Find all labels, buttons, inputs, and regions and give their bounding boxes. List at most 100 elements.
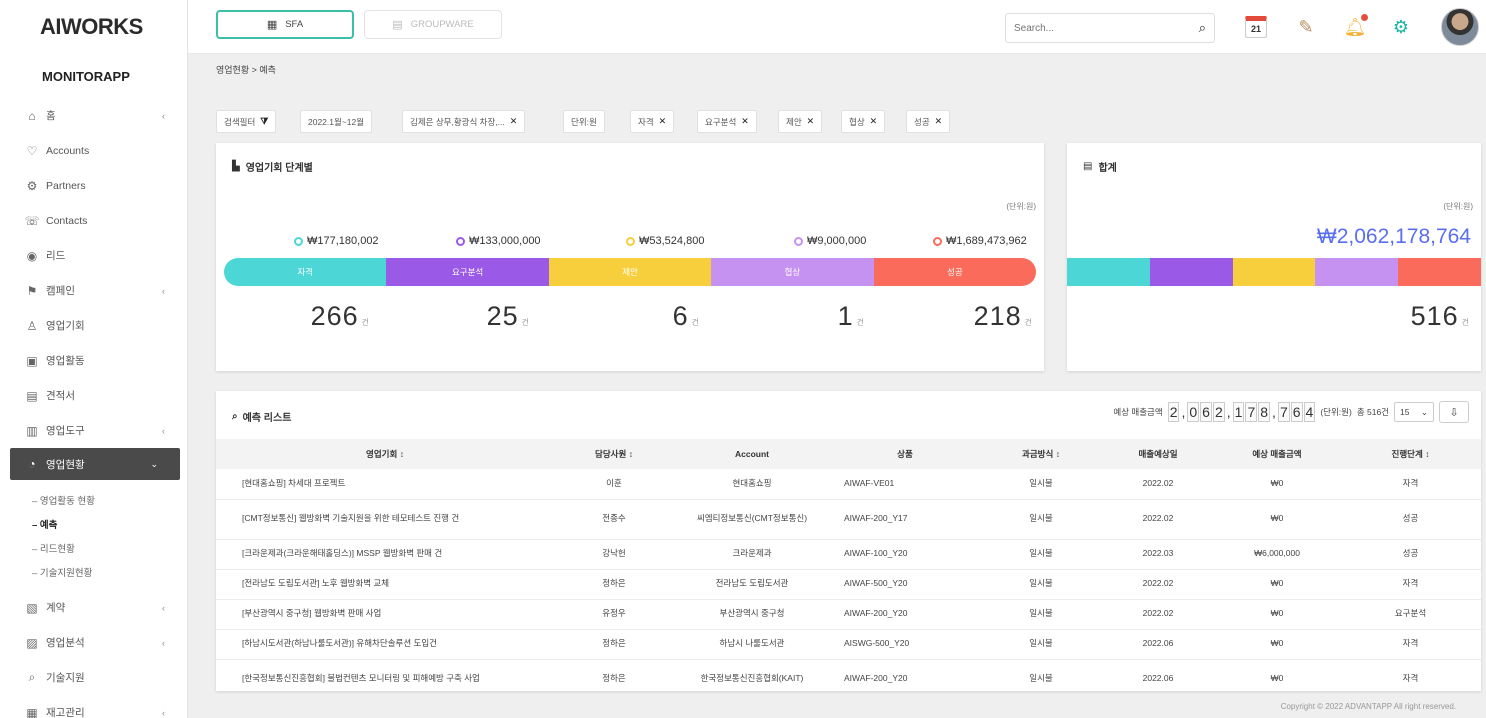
- table-cell: 자격: [1340, 569, 1481, 600]
- table-cell: 2022.02: [1102, 499, 1214, 540]
- table-cell[interactable]: [CMT정보통신] 웹방화벽 기술지원을 위한 테모테스트 진행 건: [216, 499, 554, 540]
- sidebar-item-campaign[interactable]: ⚑ 캠페인 ‹: [0, 273, 187, 308]
- filter-chip[interactable]: 단위:원: [563, 110, 605, 133]
- table-cell: 성공: [1340, 539, 1481, 570]
- search-icon[interactable]: ⌕: [1199, 20, 1206, 36]
- sidebar-item-quote[interactable]: ▤ 견적서: [0, 378, 187, 413]
- remove-filter-icon[interactable]: ✕: [659, 116, 667, 127]
- sidebar-item-tools[interactable]: ▥ 영업도구 ‹: [0, 413, 187, 448]
- table-cell[interactable]: [하남시도서관(하남나룰도서관)] 유해차단솔루션 도입건: [216, 629, 554, 660]
- table-cell: AIWAF-100_Y20: [830, 539, 980, 570]
- total-card: ▤ 합계 (단위:원) ₩2,062,178,764 516 건: [1067, 143, 1481, 371]
- sidebar-item-contacts[interactable]: ☏ Contacts: [0, 203, 187, 238]
- column-header[interactable]: Account: [674, 439, 830, 469]
- stage-count: 218 건: [974, 301, 1032, 332]
- notification-bell-icon[interactable]: 🔔︎: [1342, 14, 1368, 40]
- sidebar-item-label: 기술지원: [46, 672, 85, 684]
- partners-icon: ⚙: [26, 178, 38, 193]
- subnav-item[interactable]: – 기술지원현황: [32, 560, 187, 584]
- page-size-select[interactable]: 15 ⌄: [1394, 402, 1434, 422]
- subnav-item[interactable]: – 영업활동 현황: [32, 488, 187, 512]
- column-header[interactable]: 진행단계 ↕: [1340, 439, 1481, 469]
- column-header[interactable]: 과금방식 ↕: [980, 439, 1102, 469]
- table-row[interactable]: [하남시도서관(하남나룰도서관)] 유해차단솔루션 도입건 정하은 하남시 나룰도서…: [216, 629, 1481, 660]
- user-avatar[interactable]: [1441, 8, 1479, 46]
- sidebar-item-home[interactable]: ⌂ 홈 ‹: [0, 98, 187, 133]
- filter-chip[interactable]: 자격 ✕: [630, 110, 675, 133]
- stage-card-title: ▙ 영업기회 단계별: [232, 161, 313, 174]
- table-row[interactable]: [현대홈쇼핑] 차세대 프로젝트 이훈 현대홈쇼핑 AIWAF-VE01 일시불 2022…: [216, 469, 1481, 500]
- stage-segment[interactable]: 요구분석: [386, 258, 549, 286]
- filter-chip[interactable]: 2022.1월~12월: [300, 110, 373, 133]
- total-bar-segment: [1315, 258, 1399, 286]
- subnav-item[interactable]: – 리드현황: [32, 536, 187, 560]
- stage-ring-icon: [294, 236, 303, 246]
- table-cell[interactable]: [부산광역시 중구청] 웹방화벽 판매 사업: [216, 599, 554, 630]
- table-cell: 2022.06: [1102, 659, 1214, 691]
- filter-chip[interactable]: 요구분석 ✕: [697, 110, 757, 133]
- filter-chip[interactable]: 김제은 상무,황광식 차장,... ✕: [402, 110, 526, 133]
- table-row[interactable]: [한국정보통신진흥협회] 불법컨텐츠 모니터링 및 피해예방 구축 사업 정하은 한…: [216, 659, 1481, 691]
- remove-filter-icon[interactable]: ✕: [807, 116, 815, 127]
- stage-segment[interactable]: 자격: [224, 258, 387, 286]
- sidebar-item-partners[interactable]: ⚙ Partners: [0, 168, 187, 203]
- table-row[interactable]: [크라운제과(크라운해태홀딩스)] MSSP 웹방화벽 판매 건 강낙헌 크라운제과…: [216, 539, 1481, 570]
- remove-filter-icon[interactable]: ✕: [741, 116, 749, 127]
- aiworks-logo[interactable]: AIWORKS: [0, 0, 187, 54]
- table-cell: 일시불: [980, 569, 1102, 600]
- column-header[interactable]: 상품: [830, 439, 980, 469]
- table-cell[interactable]: [현대홈쇼핑] 차세대 프로젝트: [216, 469, 554, 500]
- expected-digit: 6: [1290, 402, 1303, 422]
- stage-segment[interactable]: 성공: [873, 258, 1036, 286]
- stage-segment[interactable]: 제안: [548, 258, 712, 286]
- sidebar-item-contract[interactable]: ▧ 계약 ‹: [0, 590, 187, 625]
- stage-bar: 자격 요구분석 제안 협상 성공: [224, 258, 1036, 286]
- remove-filter-icon[interactable]: ✕: [510, 116, 518, 127]
- memo-icon[interactable]: ✎: [1293, 14, 1319, 40]
- sidebar-item-analysis[interactable]: ▨ 영업분석 ‹: [0, 625, 187, 660]
- table-cell: ₩0: [1214, 569, 1340, 600]
- column-header[interactable]: 매출예상일: [1102, 439, 1214, 469]
- tab-groupware[interactable]: ▤ GROUPWARE: [364, 10, 502, 39]
- column-header[interactable]: 예상 매출금액: [1214, 439, 1340, 469]
- sidebar-item-support[interactable]: ⌕ 기술지원: [0, 660, 187, 695]
- filter-chip[interactable]: 검색필터 ⧩: [216, 110, 277, 133]
- filter-chip[interactable]: 제안 ✕: [778, 110, 823, 133]
- remove-filter-icon[interactable]: ✕: [935, 116, 943, 127]
- table-row[interactable]: [부산광역시 중구청] 웹방화벽 판매 사업 유정우 부산광역시 중구청 AIWAF-…: [216, 599, 1481, 630]
- stage-segment[interactable]: 협상: [711, 258, 874, 286]
- table-cell[interactable]: [크라운제과(크라운해태홀딩스)] MSSP 웹방화벽 판매 건: [216, 539, 554, 570]
- sidebar-item-accounts[interactable]: ♡ Accounts: [0, 133, 187, 168]
- table-row[interactable]: [전라남도 도립도서관] 노후 웹방화벽 교체 정하은 전라남도 도립도서관 AIWA…: [216, 569, 1481, 600]
- table-cell: 자격: [1340, 469, 1481, 500]
- table-row[interactable]: [CMT정보통신] 웹방화벽 기술지원을 위한 테모테스트 진행 건 전종수 씨엠티…: [216, 499, 1481, 540]
- sidebar-item-lead[interactable]: ◉ 리드: [0, 238, 187, 273]
- sidebar-item-opportunity[interactable]: ♙ 영업기회: [0, 308, 187, 343]
- sidebar-item-activity[interactable]: ▣ 영업활동: [0, 343, 187, 378]
- subnav-item[interactable]: – 예측: [32, 512, 187, 536]
- total-count-value: 516: [1410, 301, 1459, 331]
- tab-sfa[interactable]: ▦ SFA: [216, 10, 354, 39]
- stage-card: ▙ 영업기회 단계별 (단위:원) ₩177,180,002 ₩133,000,0…: [216, 143, 1044, 371]
- filter-chip[interactable]: 협상 ✕: [841, 110, 886, 133]
- download-icon[interactable]: ⇩: [1439, 401, 1469, 423]
- filter-chip[interactable]: 성공 ✕: [906, 110, 951, 133]
- sidebar-item-label: 영업활동: [46, 355, 85, 367]
- remove-filter-icon[interactable]: ✕: [870, 116, 878, 127]
- stage-amount-value: ₩53,524,800: [639, 235, 705, 247]
- total-bar: [1067, 258, 1481, 286]
- sidebar-item-label: Contacts: [46, 214, 88, 227]
- settings-gear-icon[interactable]: ⚙: [1388, 14, 1414, 40]
- column-header[interactable]: 영업기회 ↕: [216, 439, 554, 469]
- expected-digit: ,: [1181, 404, 1186, 420]
- table-cell[interactable]: [한국정보통신진흥협회] 불법컨텐츠 모니터링 및 피해예방 구축 사업: [216, 659, 554, 691]
- search-input[interactable]: [1014, 22, 1199, 34]
- sidebar-item-status[interactable]: ◔ 영업현황 ⌄: [10, 448, 180, 480]
- stage-amount: ₩133,000,000: [456, 235, 541, 247]
- calendar-button[interactable]: 21: [1243, 14, 1269, 40]
- table-cell[interactable]: [전라남도 도립도서관] 노후 웹방화벽 교체: [216, 569, 554, 600]
- chevron-down-icon: ⌄: [1420, 406, 1428, 417]
- column-header[interactable]: 담당사원 ↕: [554, 439, 674, 469]
- total-bar-segment: [1067, 258, 1150, 286]
- sidebar-item-inventory[interactable]: ▦ 재고관리 ‹: [0, 695, 187, 718]
